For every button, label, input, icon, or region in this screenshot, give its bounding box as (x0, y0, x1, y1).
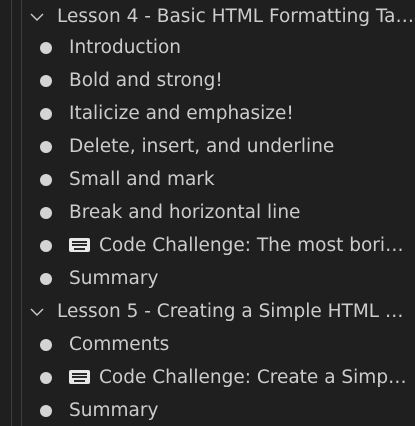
tree-item[interactable]: Summary (0, 394, 415, 426)
chevron-down-icon (30, 308, 44, 316)
tree-item[interactable]: Italicize and emphasize! (0, 97, 415, 130)
circle-icon (40, 140, 52, 153)
tree-item-label: Break and horizontal line (69, 202, 301, 223)
tree-item[interactable]: Code Challenge: Create a Simple ... (0, 361, 415, 394)
circle-icon (40, 404, 52, 417)
circle-icon (40, 74, 52, 87)
circle-icon (40, 239, 52, 252)
tree-item-label: Bold and strong! (69, 70, 223, 91)
keyboard-icon (69, 370, 90, 384)
circle-icon (40, 107, 52, 120)
tree-item-label: Code Challenge: The most boring ... (99, 235, 411, 256)
circle-icon (40, 173, 52, 186)
lesson-tree: Lesson 4 - Basic HTML Formatting Tags ..… (0, 0, 415, 426)
tree-item[interactable]: Bold and strong! (0, 64, 415, 97)
tree-item-label: Summary (69, 268, 159, 289)
circle-icon (40, 371, 52, 384)
tree-item-label: Introduction (69, 37, 182, 58)
tree-item[interactable]: Small and mark (0, 163, 415, 196)
circle-icon (40, 41, 52, 54)
tree-item[interactable]: Break and horizontal line (0, 196, 415, 229)
circle-icon (40, 338, 52, 351)
tree-item-label: Italicize and emphasize! (69, 103, 294, 124)
tree-item[interactable]: Summary (0, 262, 415, 295)
tree-item-label: Delete, insert, and underline (69, 136, 335, 157)
tree-group-lesson-5[interactable]: Lesson 5 - Creating a Simple HTML page (0, 295, 415, 328)
tree-group-label: Lesson 5 - Creating a Simple HTML page (57, 301, 415, 322)
tree-item[interactable]: Comments (0, 328, 415, 361)
tree-group-label: Lesson 4 - Basic HTML Formatting Tags ..… (57, 6, 415, 27)
chevron-down-icon (30, 13, 44, 21)
tree-item-label: Comments (69, 334, 170, 355)
keyboard-icon (69, 238, 90, 252)
tree-item[interactable]: Delete, insert, and underline (0, 130, 415, 163)
tree-item[interactable]: Introduction (0, 31, 415, 64)
tree-item-label: Code Challenge: Create a Simple ... (99, 367, 411, 388)
circle-icon (40, 272, 52, 285)
tree-item[interactable]: Code Challenge: The most boring ... (0, 229, 415, 262)
tree-item-label: Summary (69, 400, 159, 421)
tree-item-label: Small and mark (69, 169, 215, 190)
tree-group-lesson-4[interactable]: Lesson 4 - Basic HTML Formatting Tags ..… (0, 0, 415, 33)
circle-icon (40, 206, 52, 219)
